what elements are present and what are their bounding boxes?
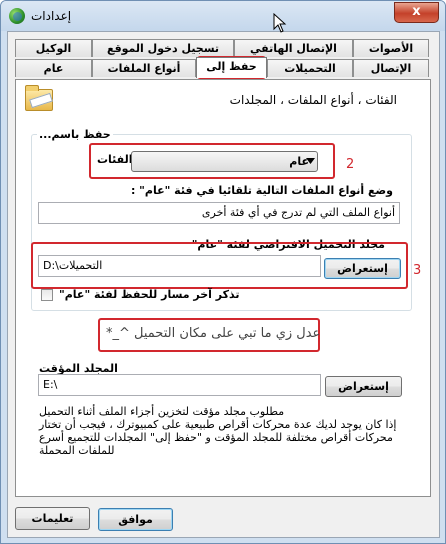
- browse-temp-button[interactable]: إستعراض: [325, 376, 402, 397]
- globe-icon: [9, 8, 25, 24]
- temp-note-line-3: محركات أقراص مختلفة للمجلد المؤقت و "حفظ…: [39, 431, 393, 444]
- temp-note-line-4: للملفات المحملة: [39, 444, 115, 457]
- annotation-number-2: 2: [346, 157, 355, 172]
- tab-dial-up[interactable]: الإتصال الهاتفي: [234, 39, 353, 57]
- tab-file-types[interactable]: أنواع الملفات: [92, 59, 196, 77]
- category-label: الفئات: [97, 153, 133, 166]
- folder-icon: [25, 85, 53, 111]
- settings-window: إعدادات x الأصوات الإتصال الهاتفي تسجيل …: [0, 0, 446, 544]
- auto-types-label: وضع أنواع الملفات التالية تلقائيا في فئة…: [130, 184, 393, 197]
- temp-folder-field[interactable]: E:\: [38, 374, 321, 396]
- remember-path-checkbox[interactable]: [41, 289, 53, 301]
- chevron-down-icon: [306, 158, 315, 164]
- annotation-number-3: 3: [413, 263, 422, 278]
- title-bar: إعدادات x: [1, 1, 445, 31]
- temp-note-line-1: مطلوب مجلد مؤقت لتخزين أجزاء الملف أثناء…: [39, 405, 285, 418]
- save-as-group-label: ...حفظ باسم: [37, 128, 113, 141]
- tab-save-to[interactable]: حفظ إلى: [196, 57, 267, 78]
- temp-note-line-2: إذا كان يوجد لديك عدة محركات أقراص طبيعي…: [39, 418, 397, 431]
- category-dropdown[interactable]: عام: [131, 151, 318, 172]
- remember-path-label: تذكر آخر مسار للحفظ لفئة "عام": [59, 288, 240, 301]
- panel-heading: الفئات ، أنواع الملفات ، المجلدات: [229, 93, 397, 107]
- browse-folder-button[interactable]: إستعراض: [324, 258, 401, 279]
- help-button[interactable]: تعليمات: [15, 507, 90, 530]
- annotation-note: عدل زي ما تبي على مكان التحميل ^_*: [106, 326, 321, 341]
- auto-types-field[interactable]: أنواع الملف التي لم تدرج في أي فئة أخرى: [38, 202, 400, 224]
- default-folder-field[interactable]: D:\التحميلات: [38, 255, 321, 277]
- window-title: إعدادات: [31, 9, 72, 23]
- ok-button[interactable]: موافق: [98, 508, 173, 531]
- tab-sounds[interactable]: الأصوات: [353, 39, 429, 57]
- tab-general[interactable]: عام: [15, 59, 92, 77]
- mouse-cursor-icon: [273, 13, 287, 33]
- tab-proxy[interactable]: الوكيل: [15, 39, 92, 57]
- tab-site-login[interactable]: تسجيل دخول الموقع: [92, 39, 234, 57]
- tab-connection[interactable]: الإتصال: [353, 59, 429, 77]
- close-button[interactable]: x: [394, 2, 439, 23]
- tab-downloads[interactable]: التحميلات: [267, 59, 353, 77]
